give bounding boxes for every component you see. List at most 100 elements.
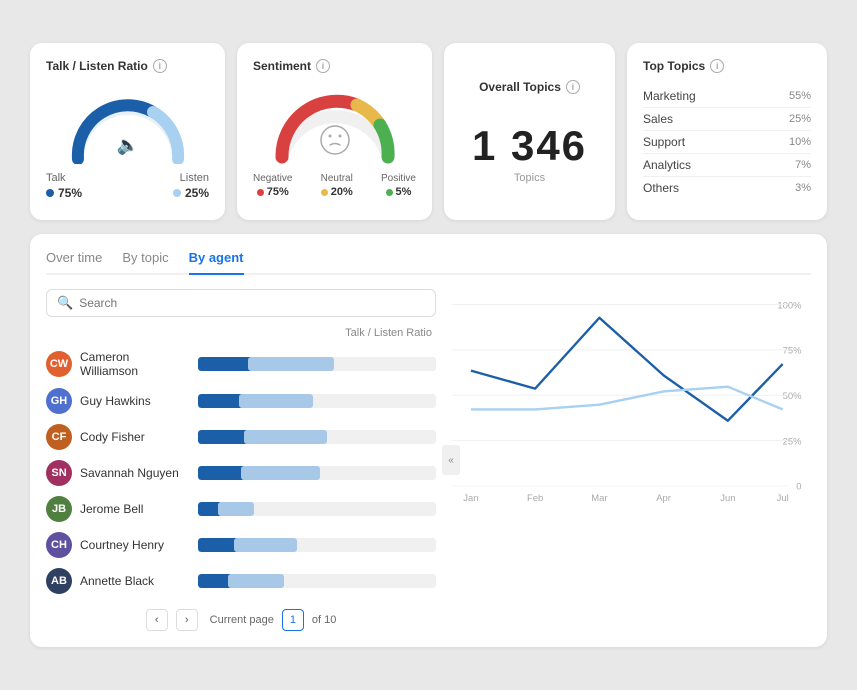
topic-row: Others3% xyxy=(643,177,811,199)
agent-name: Annette Black xyxy=(80,574,190,588)
avatar: JB xyxy=(46,496,72,522)
svg-text:Jul: Jul xyxy=(777,493,789,504)
overall-topics-title: Overall Topics i xyxy=(479,80,580,94)
negative-dot xyxy=(257,189,264,196)
line-chart: 100% 75% 50% 25% 0 xyxy=(452,289,811,509)
avatar: GH xyxy=(46,388,72,414)
bar-light xyxy=(248,357,334,371)
top-topics-card: Top Topics i Marketing55%Sales25%Support… xyxy=(627,43,827,220)
bar-light xyxy=(241,466,320,480)
tab-by-topic[interactable]: By topic xyxy=(122,250,168,275)
bottom-panel: Over time By topic By agent 🔍 Talk / Lis… xyxy=(30,234,827,647)
top-topics-info-icon[interactable]: i xyxy=(710,59,724,73)
bar-light xyxy=(234,538,297,552)
pagination: ‹ › Current page 1 of 10 xyxy=(46,609,436,631)
talk-listen-card: Talk / Listen Ratio i 🔈 Talk xyxy=(30,43,225,220)
overall-topics-info-icon[interactable]: i xyxy=(566,80,580,94)
agent-row: GH Guy Hawkins xyxy=(46,383,436,419)
svg-text:Jan: Jan xyxy=(463,493,478,504)
top-cards-row: Talk / Listen Ratio i 🔈 Talk xyxy=(30,43,827,220)
talk-listen-gauge: 🔈 Talk 75% Listen 25% xyxy=(46,85,209,204)
chart-area: « 100% 75% 50% 25% 0 xyxy=(452,289,811,631)
agent-name: Courtney Henry xyxy=(80,538,190,552)
collapse-button[interactable]: « xyxy=(442,445,460,475)
tab-by-agent[interactable]: By agent xyxy=(189,250,244,275)
bar-light xyxy=(244,430,327,444)
overall-topics-card: Overall Topics i 1 346 Topics xyxy=(444,43,615,220)
avatar: CF xyxy=(46,424,72,450)
next-page-button[interactable]: › xyxy=(176,609,198,631)
current-page: 1 xyxy=(282,609,304,631)
agent-name: Cody Fisher xyxy=(80,430,190,444)
dashboard: Talk / Listen Ratio i 🔈 Talk xyxy=(20,33,837,657)
talk-listen-gauge-svg: 🔈 xyxy=(63,89,193,164)
topics-number: 1 346 xyxy=(472,122,587,170)
topic-row: Support10% xyxy=(643,131,811,154)
agent-name: Savannah Nguyen xyxy=(80,466,190,480)
search-box[interactable]: 🔍 xyxy=(46,289,436,317)
agent-bar xyxy=(198,538,436,552)
positive-dot xyxy=(386,189,393,196)
avatar: CH xyxy=(46,532,72,558)
sentiment-gauge: Negative 75% Neutral 20% xyxy=(253,85,416,198)
agent-bar xyxy=(198,574,436,588)
svg-text:🔈: 🔈 xyxy=(116,135,138,156)
avatar: CW xyxy=(46,351,72,377)
agent-name: Guy Hawkins xyxy=(80,394,190,408)
topic-row: Sales25% xyxy=(643,108,811,131)
svg-text:Jun: Jun xyxy=(720,493,735,504)
talk-listen-title: Talk / Listen Ratio i xyxy=(46,59,209,73)
top-topics-list: Marketing55%Sales25%Support10%Analytics7… xyxy=(643,85,811,199)
talk-listen-labels: Talk 75% Listen 25% xyxy=(46,172,209,200)
agent-bar xyxy=(198,502,436,516)
talk-dot xyxy=(46,189,54,197)
topic-row: Marketing55% xyxy=(643,85,811,108)
talk-label: Talk 75% xyxy=(46,172,82,200)
agent-row: JB Jerome Bell xyxy=(46,491,436,527)
agent-name: Cameron Williamson xyxy=(80,350,190,378)
topic-row: Analytics7% xyxy=(643,154,811,177)
tabs-row: Over time By topic By agent xyxy=(46,250,811,275)
svg-text:0: 0 xyxy=(796,482,801,493)
agent-bar xyxy=(198,430,436,444)
agent-list: 🔍 Talk / Listen Ratio CW Cameron William… xyxy=(46,289,436,631)
agent-bar xyxy=(198,357,436,371)
bar-light xyxy=(218,502,254,516)
talk-listen-info-icon[interactable]: i xyxy=(153,59,167,73)
svg-text:100%: 100% xyxy=(777,300,802,311)
agent-bar xyxy=(198,394,436,408)
search-icon: 🔍 xyxy=(57,295,73,311)
svg-text:50%: 50% xyxy=(783,391,802,402)
svg-text:75%: 75% xyxy=(783,346,802,357)
listen-label: Listen 25% xyxy=(173,172,209,200)
negative-label: Negative 75% xyxy=(253,173,292,198)
tab-over-time[interactable]: Over time xyxy=(46,250,102,275)
avatar: SN xyxy=(46,460,72,486)
agent-row: CF Cody Fisher xyxy=(46,419,436,455)
search-input[interactable] xyxy=(79,296,425,310)
agent-bar xyxy=(198,466,436,480)
sentiment-info-icon[interactable]: i xyxy=(316,59,330,73)
list-header: Talk / Listen Ratio xyxy=(46,327,436,339)
agent-name: Jerome Bell xyxy=(80,502,190,516)
sentiment-gauge-svg xyxy=(270,85,400,165)
agent-row: CW Cameron Williamson xyxy=(46,345,436,383)
bar-light xyxy=(228,574,284,588)
topics-sub-label: Topics xyxy=(514,172,545,184)
svg-text:Feb: Feb xyxy=(527,493,543,504)
bar-light xyxy=(239,394,313,408)
prev-page-button[interactable]: ‹ xyxy=(146,609,168,631)
svg-text:Mar: Mar xyxy=(591,493,607,504)
agent-row: AB Annette Black xyxy=(46,563,436,599)
sentiment-card: Sentiment i xyxy=(237,43,432,220)
avatar: AB xyxy=(46,568,72,594)
sentiment-title: Sentiment i xyxy=(253,59,416,73)
positive-label: Positive 5% xyxy=(381,173,416,198)
svg-text:25%: 25% xyxy=(783,436,802,447)
top-topics-title: Top Topics i xyxy=(643,59,811,73)
sentiment-labels: Negative 75% Neutral 20% xyxy=(253,173,416,198)
agent-row: SN Savannah Nguyen xyxy=(46,455,436,491)
svg-text:Apr: Apr xyxy=(656,493,671,504)
agent-row: CH Courtney Henry xyxy=(46,527,436,563)
agents-container: CW Cameron Williamson GH Guy Hawkins CF … xyxy=(46,345,436,599)
